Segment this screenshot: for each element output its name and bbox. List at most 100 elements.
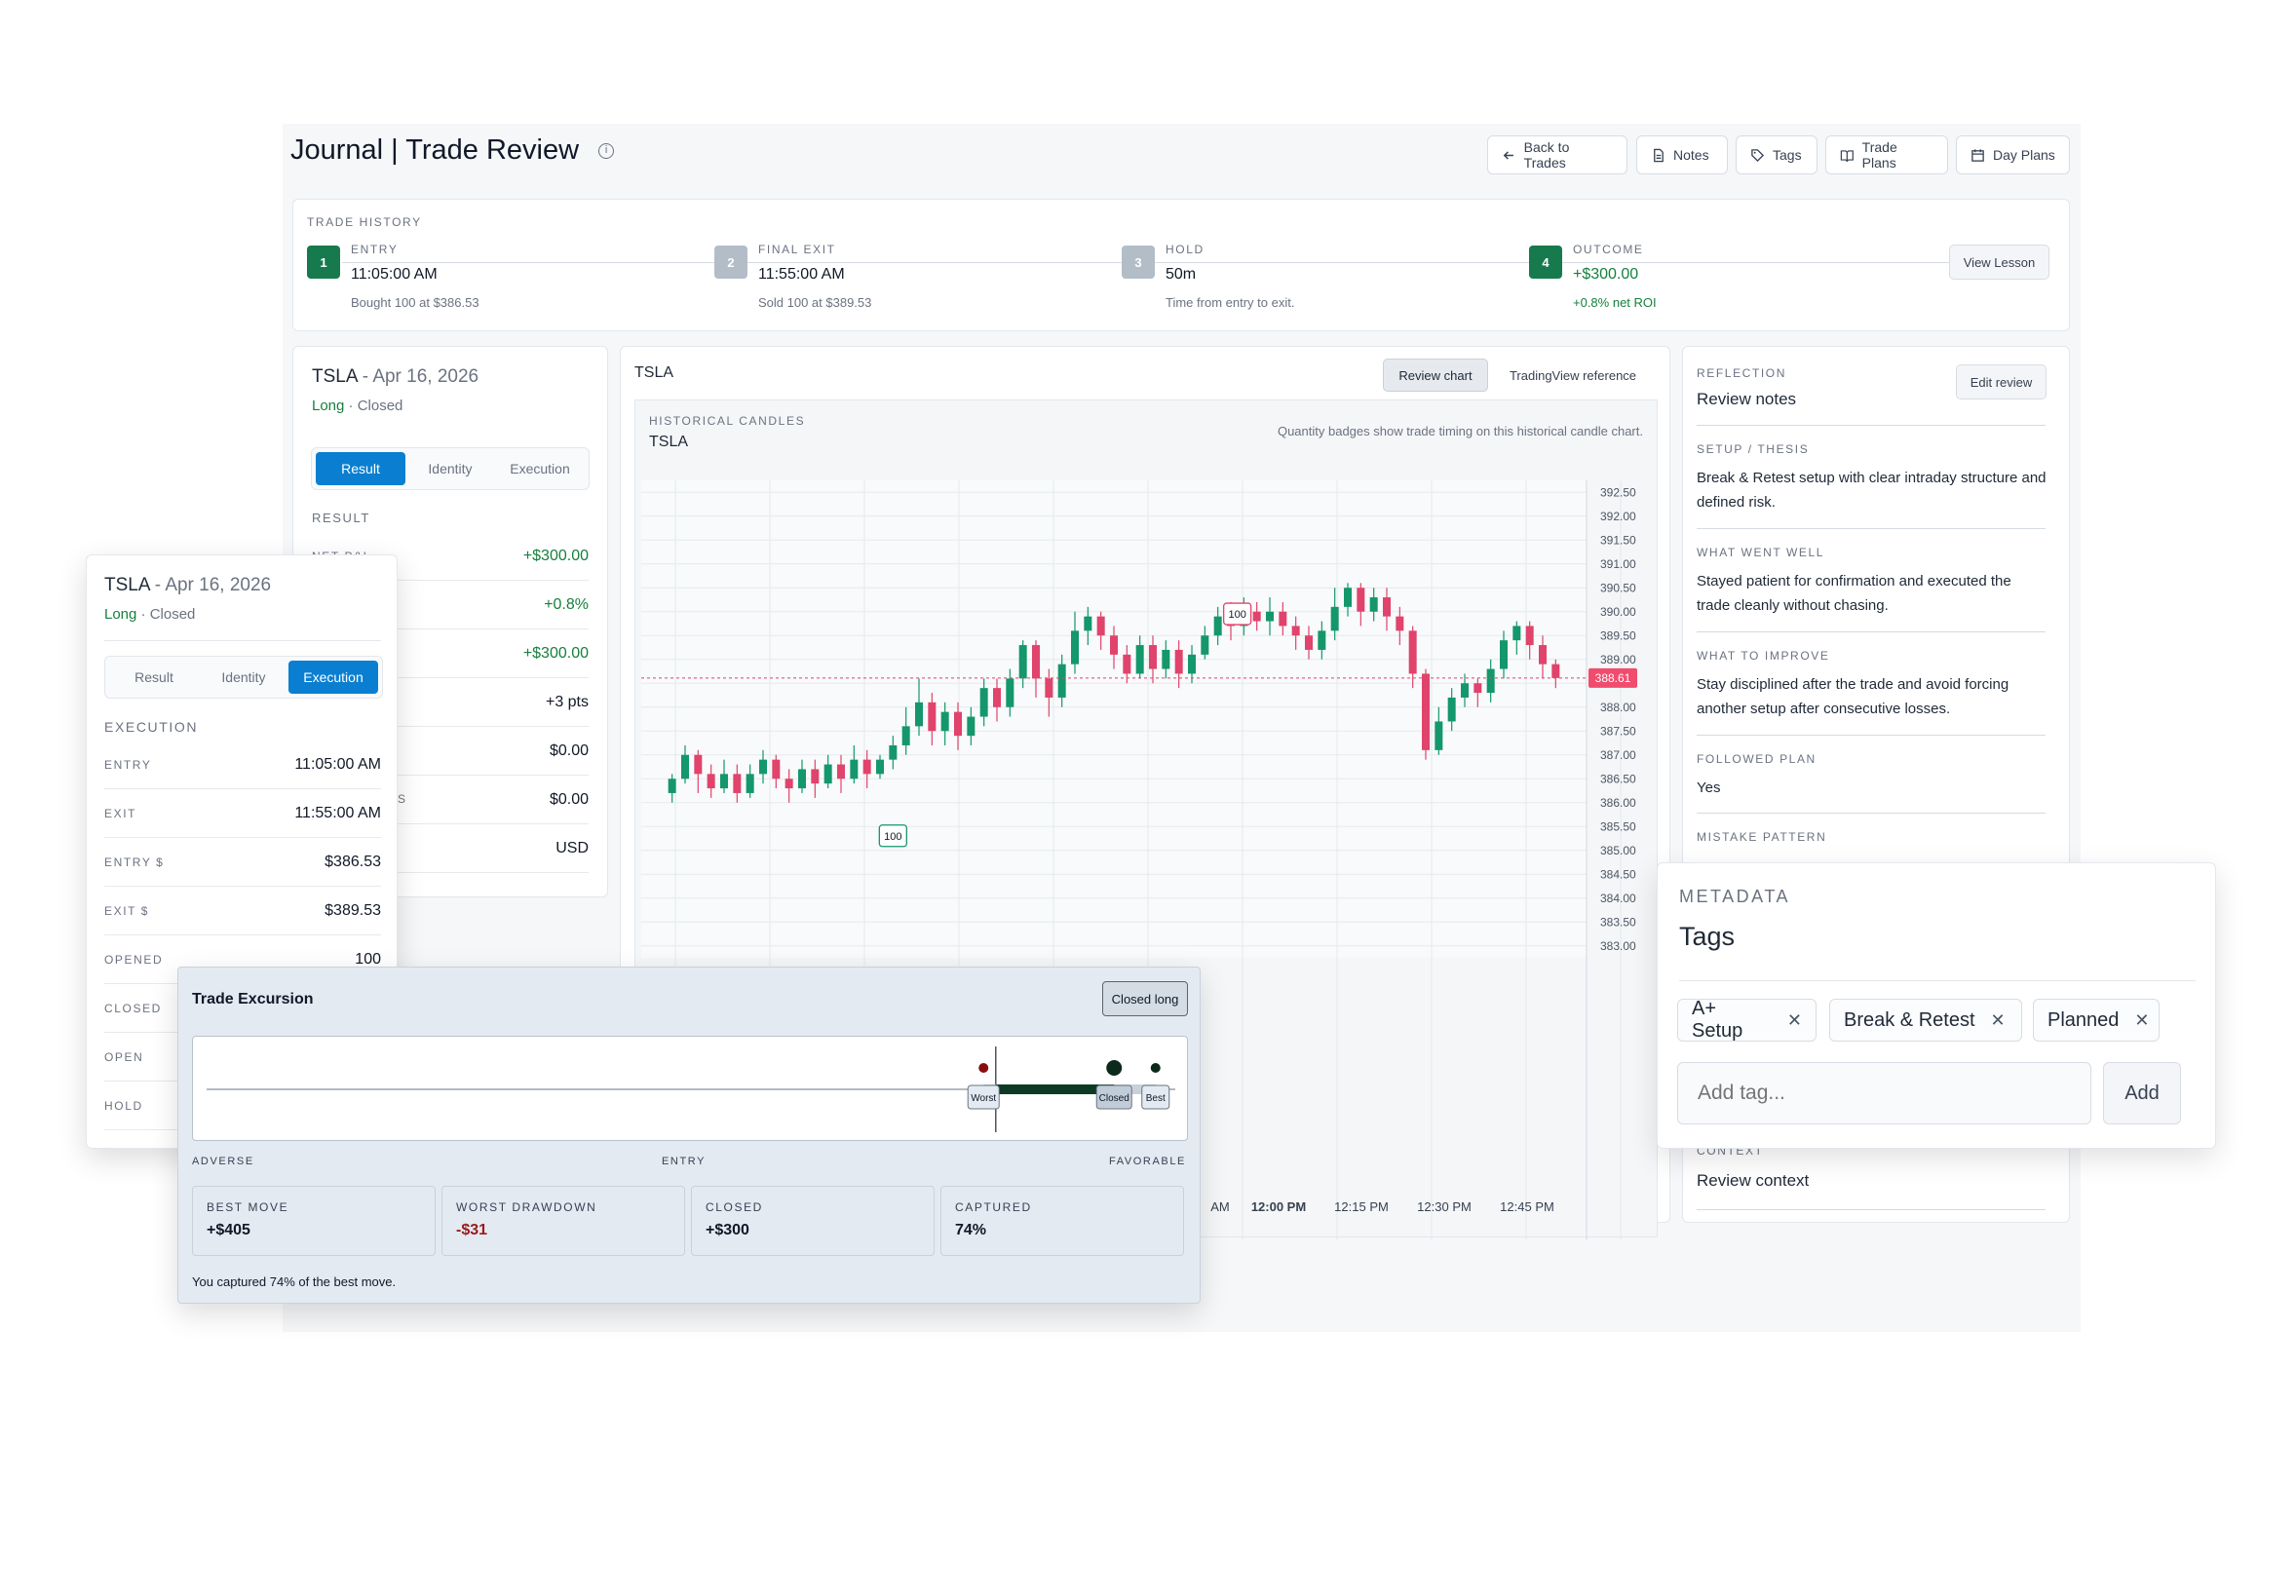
candle-body[interactable]: [1291, 626, 1300, 636]
candle-body[interactable]: [1110, 635, 1118, 655]
candle-body[interactable]: [1213, 616, 1222, 636]
summary-row-value: +$300.00: [522, 547, 589, 564]
candle-body[interactable]: [1252, 611, 1261, 622]
candle-body[interactable]: [1525, 626, 1534, 646]
trade-plans-button[interactable]: Trade Plans: [1825, 135, 1948, 174]
candle-body[interactable]: [1071, 630, 1079, 665]
time-axis-label: 12:30 PM: [1417, 1199, 1472, 1214]
candle-body[interactable]: [1500, 640, 1508, 669]
candle-body[interactable]: [1383, 597, 1391, 617]
candle-body[interactable]: [668, 779, 676, 793]
candle-body[interactable]: [1123, 654, 1131, 674]
tab-execution[interactable]: Execution: [495, 452, 585, 485]
info-icon[interactable]: i: [598, 143, 615, 160]
add-tag-button[interactable]: Add: [2103, 1062, 2181, 1124]
candle-body[interactable]: [1162, 649, 1170, 669]
execution-row-label: OPENED: [104, 952, 164, 967]
candle-body[interactable]: [1512, 626, 1521, 641]
close-icon[interactable]: ✕: [2134, 1010, 2149, 1031]
candle-body[interactable]: [1266, 611, 1274, 622]
review-chart-tab[interactable]: Review chart: [1383, 359, 1488, 392]
candle-body[interactable]: [1318, 630, 1326, 650]
candle-body[interactable]: [901, 726, 910, 745]
candle-body[interactable]: [823, 764, 832, 784]
add-tag-input[interactable]: [1677, 1062, 2091, 1124]
candle-body[interactable]: [915, 702, 923, 727]
candle-body[interactable]: [1279, 611, 1287, 627]
candle-body[interactable]: [759, 759, 767, 775]
candle-body[interactable]: [1135, 645, 1144, 674]
day-plans-button[interactable]: Day Plans: [1956, 135, 2070, 174]
candle-body[interactable]: [862, 759, 871, 775]
tab-identity[interactable]: Identity: [199, 661, 288, 694]
candle-body[interactable]: [811, 769, 820, 784]
candle-body[interactable]: [1447, 697, 1456, 722]
view-lesson-button[interactable]: View Lesson: [1949, 245, 2049, 280]
candle-body[interactable]: [1408, 630, 1417, 674]
candle-body[interactable]: [940, 711, 949, 732]
candle-body[interactable]: [1305, 635, 1313, 650]
tradingview-reference-tab[interactable]: TradingView reference: [1496, 359, 1650, 392]
close-icon[interactable]: ✕: [1787, 1010, 1802, 1031]
tags-button[interactable]: Tags: [1736, 135, 1818, 174]
execution-row-value: $386.53: [325, 853, 381, 870]
candle-body[interactable]: [1018, 645, 1027, 679]
candle-body[interactable]: [954, 711, 962, 737]
candle-body[interactable]: [746, 774, 754, 793]
candle-body[interactable]: [1396, 616, 1404, 631]
candle-body[interactable]: [1486, 668, 1495, 694]
y-tick-label: 384.00: [1600, 892, 1636, 905]
candle-body[interactable]: [889, 744, 898, 760]
candle-body[interactable]: [1032, 645, 1040, 679]
candle-body[interactable]: [772, 759, 781, 779]
candle-body[interactable]: [1057, 664, 1066, 698]
candle-body[interactable]: [1461, 683, 1469, 698]
candle-body[interactable]: [720, 774, 728, 789]
candle-body[interactable]: [694, 754, 703, 775]
tab-execution[interactable]: Execution: [288, 661, 378, 694]
candle-body[interactable]: [681, 754, 689, 779]
candle-body[interactable]: [967, 716, 976, 737]
candle-body[interactable]: [1149, 645, 1157, 669]
candle-body[interactable]: [1045, 678, 1053, 698]
candle-body[interactable]: [1188, 654, 1196, 674]
candle-body[interactable]: [1096, 616, 1105, 636]
candle-body[interactable]: [993, 688, 1001, 707]
candle-body[interactable]: [1330, 606, 1339, 631]
candle-body[interactable]: [928, 702, 937, 732]
candle-body[interactable]: [1435, 721, 1443, 750]
candle-body[interactable]: [1357, 588, 1365, 612]
tag-chip-a-setup: A+ Setup ✕: [1677, 998, 1817, 1042]
candle-body[interactable]: [707, 774, 715, 789]
candle-body[interactable]: [1539, 645, 1547, 665]
tag-label: Planned: [2047, 1008, 2120, 1031]
tab-result[interactable]: Result: [109, 661, 199, 694]
edit-review-button[interactable]: Edit review: [1956, 364, 2047, 399]
notes-button[interactable]: Notes: [1636, 135, 1728, 174]
candle-body[interactable]: [798, 769, 806, 789]
tab-result[interactable]: Result: [316, 452, 405, 485]
candle-body[interactable]: [1369, 597, 1378, 612]
candle-body[interactable]: [733, 774, 742, 793]
candle-body[interactable]: [1344, 588, 1352, 607]
tab-identity[interactable]: Identity: [405, 452, 495, 485]
candle-body[interactable]: [1422, 673, 1430, 750]
candle-body[interactable]: [850, 759, 859, 779]
back-to-trades-button[interactable]: Back to Trades: [1487, 135, 1627, 174]
reflection-divider: [1697, 735, 2046, 736]
candle-body[interactable]: [1473, 683, 1482, 694]
excursion-stat-label: CAPTURED: [955, 1200, 1032, 1214]
y-tick-label: 390.50: [1600, 581, 1636, 594]
candle-body[interactable]: [876, 759, 884, 775]
candle-body[interactable]: [979, 688, 988, 717]
y-tick-label: 387.50: [1600, 724, 1636, 738]
candle-body[interactable]: [1551, 664, 1560, 678]
candle-body[interactable]: [1174, 649, 1183, 674]
candle-body[interactable]: [1084, 616, 1092, 631]
close-icon[interactable]: ✕: [1991, 1010, 2006, 1031]
candle-body[interactable]: [784, 779, 793, 789]
candle-body[interactable]: [1201, 635, 1209, 655]
candle-body[interactable]: [837, 764, 845, 779]
trade-history-panel: TRADE HISTORY 1 ENTRY 11:05:00 AM Bought 10…: [292, 199, 2070, 331]
candle-body[interactable]: [1006, 678, 1014, 707]
